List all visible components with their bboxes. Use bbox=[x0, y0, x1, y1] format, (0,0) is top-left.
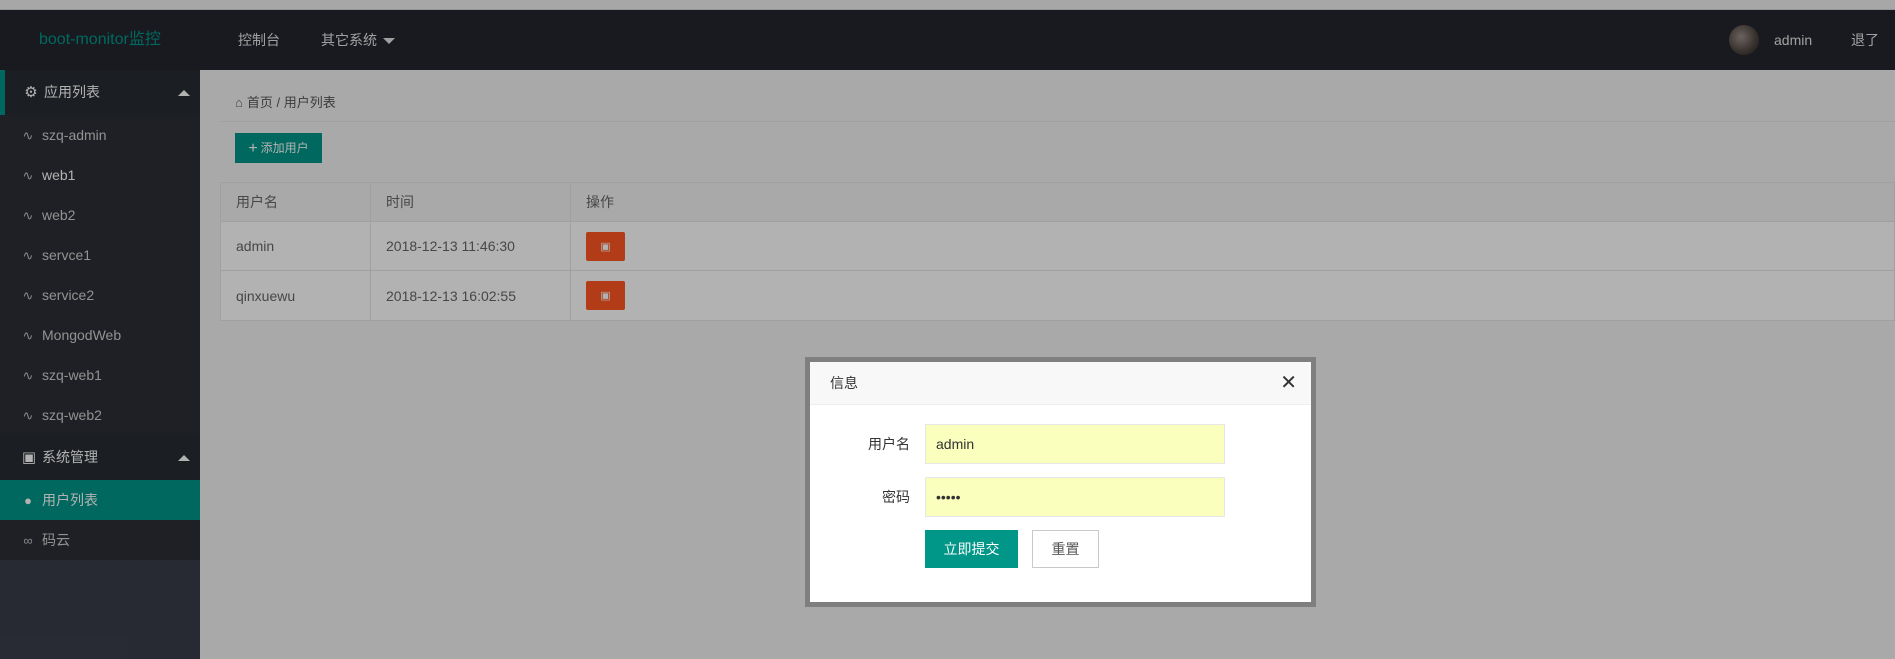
submit-button[interactable]: 立即提交 bbox=[925, 530, 1018, 568]
reset-button[interactable]: 重置 bbox=[1032, 530, 1099, 568]
form-row-username: 用户名 bbox=[810, 424, 1311, 464]
dialog-title: 信息 bbox=[830, 375, 858, 391]
password-label: 密码 bbox=[882, 489, 910, 505]
form-row-password: 密码 bbox=[810, 477, 1311, 517]
close-icon[interactable]: ✕ bbox=[1280, 362, 1297, 404]
dialog-titlebar: 信息 ✕ bbox=[810, 362, 1311, 405]
info-dialog: 信息 ✕ 用户名 密码 立即提交 重置 bbox=[805, 357, 1316, 607]
password-input[interactable] bbox=[925, 477, 1225, 517]
username-label: 用户名 bbox=[868, 436, 910, 452]
username-input[interactable] bbox=[925, 424, 1225, 464]
